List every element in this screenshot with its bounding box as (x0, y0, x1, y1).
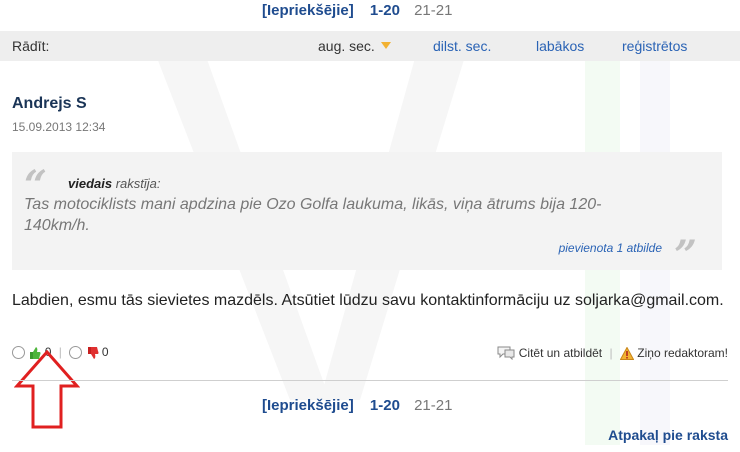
vote-down-count: 0 (101, 345, 109, 359)
sort-ascending-label: aug. sec. (318, 38, 375, 54)
back-to-article-link[interactable]: Atpakaļ pie raksta (608, 427, 728, 443)
actions-separator: | (609, 345, 613, 360)
pager-bottom-current: 1-20 (369, 397, 400, 414)
report-editor-action[interactable]: Ziņo redaktoram! (619, 345, 728, 361)
pager-prev-link[interactable]: [Iepriekšējie] (262, 2, 354, 19)
pager-bottom-prev-link[interactable]: [Iepriekšējie] (262, 397, 354, 414)
pager-current: 1-20 (369, 2, 400, 19)
report-editor-label: Ziņo redaktoram! (637, 346, 728, 361)
sort-bar: Rādīt: aug. sec. dilst. sec. labākos reģ… (0, 31, 740, 61)
quote-verb: rakstīja: (115, 176, 161, 191)
sort-best-option[interactable]: labākos (536, 38, 584, 54)
reply-quote-label: Citēt un atbildēt (518, 346, 603, 361)
pager-top: [Iepriekšējie] 1-20 21-21 (262, 2, 452, 19)
comment-actions: Citēt un atbildēt | Ziņo redaktoram! (497, 345, 728, 361)
dropdown-triangle-icon (380, 42, 391, 49)
sort-ascending-option[interactable]: aug. sec. (318, 38, 391, 54)
sort-registered-option[interactable]: reģistrētos (622, 38, 687, 54)
comment-author[interactable]: Andrejs S (12, 95, 87, 113)
pager-bottom: [Iepriekšējie] 1-20 21-21 (262, 397, 452, 414)
quote-author[interactable]: viedais (68, 176, 112, 191)
comment-divider (12, 380, 728, 381)
sort-show-label: Rādīt: (12, 38, 50, 54)
comment-text: Labdien, esmu tās sievietes mazdēls. Ats… (12, 292, 724, 309)
comment-date: 15.09.2013 12:34 (12, 120, 106, 134)
quote-attachment-link[interactable]: pievienota 1 atbilde (559, 241, 662, 255)
quote-close-icon: ” (674, 232, 698, 279)
sort-descending-option[interactable]: dilst. sec. (433, 38, 491, 54)
reply-quote-action[interactable]: Citēt un atbildēt (497, 345, 605, 361)
pager-bottom-next-link[interactable]: 21-21 (414, 397, 452, 414)
pager-next-link[interactable]: 21-21 (414, 2, 452, 19)
speech-bubble-icon (497, 346, 515, 361)
thumb-down-icon (87, 346, 99, 359)
quote-block: “ viedais rakstīja: Tas motociklists man… (12, 152, 722, 276)
red-arrow-annotation (14, 350, 80, 429)
quote-author-line: viedais rakstīja: (68, 176, 161, 191)
warning-icon (619, 346, 635, 360)
quote-text: Tas motociklists mani apdzina pie Ozo Go… (24, 196, 602, 234)
